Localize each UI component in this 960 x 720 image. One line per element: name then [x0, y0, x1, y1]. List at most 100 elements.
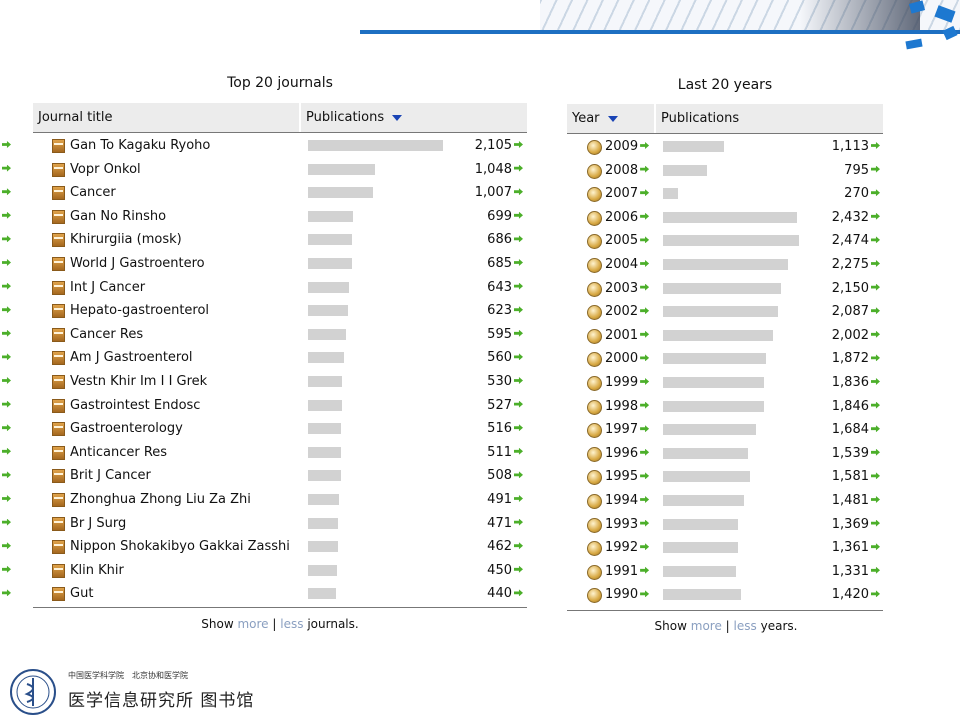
year-link[interactable]: 1992	[605, 536, 650, 560]
link-arrow-icon[interactable]	[871, 307, 880, 315]
year-publication-count[interactable]: 1,361	[776, 536, 880, 560]
sort-descending-icon[interactable]	[607, 115, 618, 122]
journal-title-header-label: Journal title	[38, 110, 113, 125]
show-more-journals-link[interactable]: more	[237, 617, 268, 631]
year-link[interactable]: 2003	[605, 277, 650, 301]
year-publication-count[interactable]: 2,087	[776, 300, 880, 324]
year-publication-count[interactable]: 270	[776, 182, 880, 206]
year-link[interactable]: 2009	[605, 135, 650, 159]
year-link[interactable]: 1993	[605, 513, 650, 537]
year-link[interactable]: 2005	[605, 229, 650, 253]
link-arrow-icon[interactable]	[640, 496, 650, 503]
link-arrow-icon[interactable]	[871, 378, 880, 385]
link-arrow-icon[interactable]	[640, 354, 650, 362]
year-publication-count[interactable]: 2,002	[776, 324, 880, 348]
year-link[interactable]: 2001	[605, 324, 650, 348]
year-clock-icon	[587, 423, 602, 439]
link-arrow-icon[interactable]	[640, 189, 650, 197]
sort-descending-icon[interactable]	[392, 114, 403, 121]
year-publication-count[interactable]: 1,872	[776, 347, 880, 371]
year-column-header[interactable]: Year	[567, 104, 654, 133]
link-arrow-icon[interactable]	[871, 283, 880, 291]
journal-publications-column-header[interactable]: Publications	[301, 103, 527, 132]
year-publication-count[interactable]: 1,581	[776, 465, 880, 489]
show-less-years-link[interactable]: less	[734, 619, 757, 633]
link-arrow-icon[interactable]	[640, 425, 650, 433]
link-arrow-icon[interactable]	[871, 425, 880, 433]
link-arrow-icon[interactable]	[640, 260, 650, 267]
year-publication-count[interactable]: 2,275	[776, 253, 880, 277]
link-arrow-icon[interactable]	[640, 472, 650, 480]
year-publication-count[interactable]: 1,113	[776, 135, 880, 159]
year-row: 1997 1,684	[0, 418, 900, 442]
link-arrow-icon[interactable]	[640, 212, 650, 220]
link-arrow-icon[interactable]	[640, 142, 650, 149]
year-publication-count[interactable]: 795	[776, 159, 880, 183]
separator: |	[725, 619, 730, 633]
year-publication-count[interactable]: 2,474	[776, 229, 880, 253]
year-publication-bar	[663, 259, 789, 270]
year-link[interactable]: 2008	[605, 159, 650, 183]
year-link[interactable]: 2004	[605, 253, 650, 277]
year-publication-count[interactable]: 1,684	[776, 418, 880, 442]
year-link[interactable]: 1994	[605, 489, 650, 513]
show-more-years-link[interactable]: more	[691, 619, 722, 633]
link-arrow-icon[interactable]	[871, 566, 880, 574]
journals-bottom-rule	[33, 607, 527, 608]
year-publication-count[interactable]: 2,150	[776, 277, 880, 301]
link-arrow-icon[interactable]	[871, 142, 880, 149]
link-arrow-icon[interactable]	[871, 472, 880, 480]
link-arrow-icon[interactable]	[871, 448, 880, 456]
year-publications-column-header[interactable]: Publications	[656, 104, 883, 133]
link-arrow-icon[interactable]	[871, 590, 880, 598]
link-arrow-icon[interactable]	[640, 590, 650, 598]
year-publication-count[interactable]: 1,539	[776, 442, 880, 466]
link-arrow-icon[interactable]	[640, 330, 650, 338]
year-header-label: Year	[572, 111, 600, 126]
year-link[interactable]: 1998	[605, 395, 650, 419]
link-arrow-icon[interactable]	[871, 519, 880, 527]
separator: |	[272, 617, 277, 631]
link-arrow-icon[interactable]	[640, 236, 650, 244]
year-link[interactable]: 2007	[605, 182, 650, 206]
year-publication-count[interactable]: 2,432	[776, 206, 880, 230]
link-arrow-icon[interactable]	[871, 165, 880, 173]
year-publication-count[interactable]: 1,846	[776, 395, 880, 419]
link-arrow-icon[interactable]	[871, 543, 880, 551]
year-link[interactable]: 2000	[605, 347, 650, 371]
year-link[interactable]: 1991	[605, 560, 650, 584]
link-arrow-icon[interactable]	[640, 307, 650, 315]
year-row: 1991 1,331	[0, 560, 900, 584]
link-arrow-icon[interactable]	[640, 519, 650, 527]
show-less-journals-link[interactable]: less	[280, 617, 303, 631]
link-arrow-icon[interactable]	[640, 543, 650, 551]
year-link[interactable]: 1997	[605, 418, 650, 442]
link-arrow-icon[interactable]	[871, 189, 880, 197]
link-arrow-icon[interactable]	[871, 260, 880, 267]
journal-title-column-header[interactable]: Journal title	[33, 103, 299, 132]
link-arrow-icon[interactable]	[640, 283, 650, 291]
link-arrow-icon[interactable]	[640, 566, 650, 574]
link-arrow-icon[interactable]	[640, 378, 650, 385]
year-clock-icon	[587, 541, 602, 557]
year-link[interactable]: 2002	[605, 300, 650, 324]
year-publication-count[interactable]: 1,369	[776, 513, 880, 537]
link-arrow-icon[interactable]	[871, 212, 880, 220]
year-link[interactable]: 1999	[605, 371, 650, 395]
year-publication-count[interactable]: 1,836	[776, 371, 880, 395]
link-arrow-icon[interactable]	[871, 236, 880, 244]
year-publication-count[interactable]: 1,420	[776, 583, 880, 607]
year-publication-count[interactable]: 1,481	[776, 489, 880, 513]
link-arrow-icon[interactable]	[640, 165, 650, 173]
year-link[interactable]: 1996	[605, 442, 650, 466]
year-link[interactable]: 2006	[605, 206, 650, 230]
year-link[interactable]: 1990	[605, 583, 650, 607]
year-link[interactable]: 1995	[605, 465, 650, 489]
link-arrow-icon[interactable]	[871, 496, 880, 503]
link-arrow-icon[interactable]	[871, 354, 880, 362]
link-arrow-icon[interactable]	[871, 330, 880, 338]
link-arrow-icon[interactable]	[640, 401, 650, 409]
link-arrow-icon[interactable]	[640, 448, 650, 456]
year-publication-count[interactable]: 1,331	[776, 560, 880, 584]
link-arrow-icon[interactable]	[871, 401, 880, 409]
